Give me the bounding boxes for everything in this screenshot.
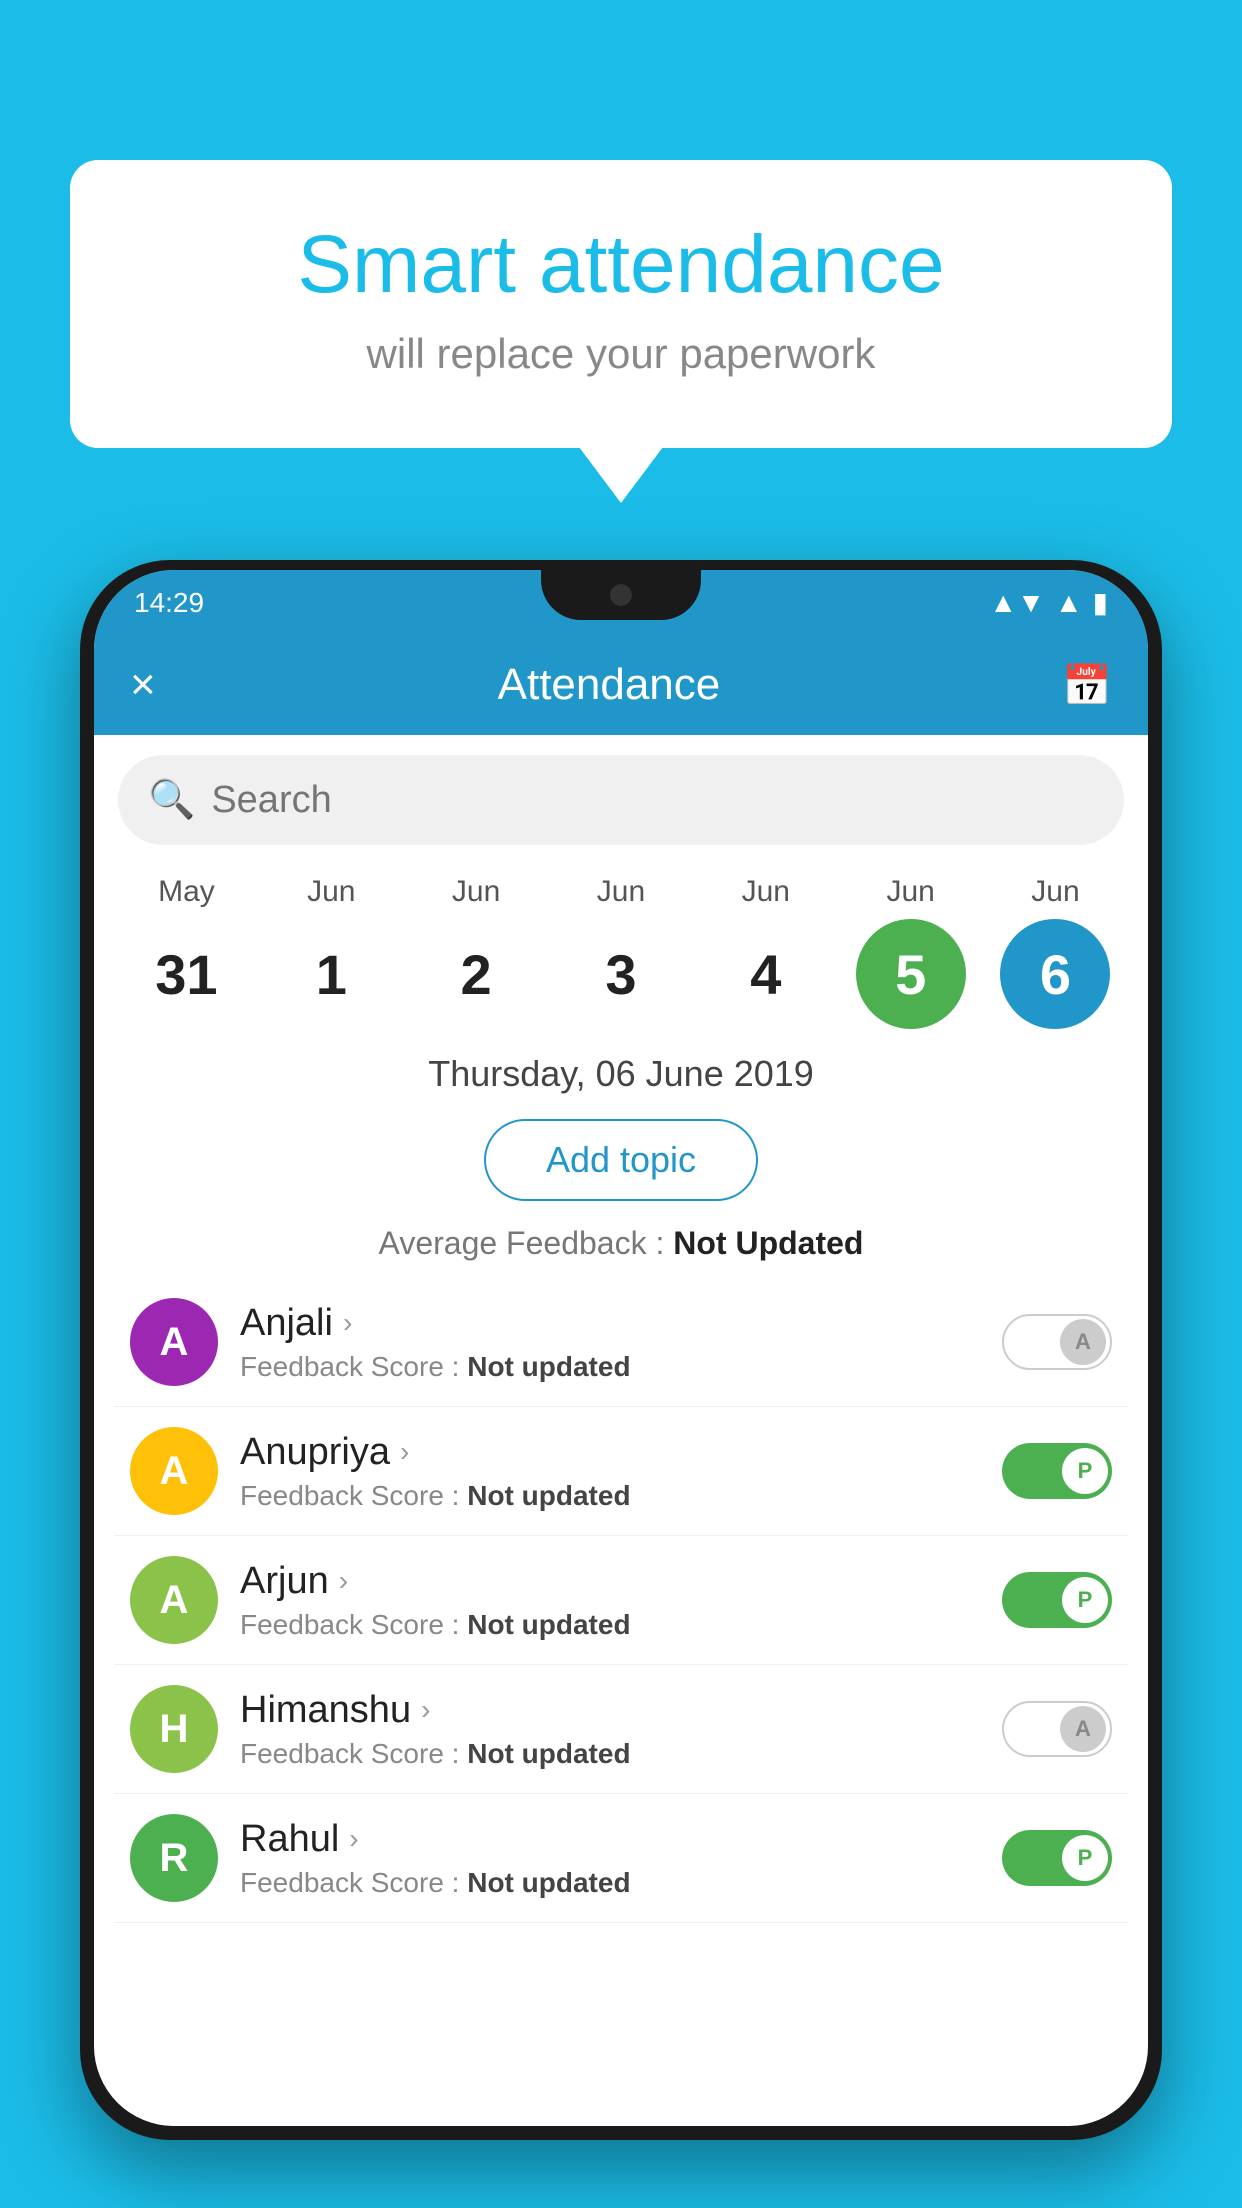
day-number[interactable]: 4 — [711, 919, 821, 1029]
chevron-icon: › — [421, 1694, 430, 1726]
time-display: 14:29 — [134, 587, 204, 619]
chevron-icon: › — [339, 1565, 348, 1597]
student-name: Himanshu › — [240, 1689, 980, 1732]
phone-frame: 14:29 ▲▼ ▲ ▮ × Attendance 📅 🔍 May31Ju — [80, 560, 1162, 2140]
chevron-icon: › — [343, 1307, 352, 1339]
battery-icon: ▮ — [1093, 586, 1108, 619]
toggle-knob: A — [1060, 1706, 1106, 1752]
calendar-day[interactable]: Jun 3 — [561, 875, 681, 1029]
notch — [541, 570, 701, 620]
day-number[interactable]: 2 — [421, 919, 531, 1029]
day-number[interactable]: 1 — [276, 919, 386, 1029]
student-item[interactable]: A Anupriya › Feedback Score : Not updated P — [114, 1407, 1128, 1536]
phone-screen: 14:29 ▲▼ ▲ ▮ × Attendance 📅 🔍 May31Ju — [94, 570, 1148, 2126]
feedback-score: Feedback Score : Not updated — [240, 1738, 980, 1770]
calendar-day[interactable]: May 31 — [126, 875, 246, 1029]
avatar: A — [130, 1427, 218, 1515]
avg-feedback-value: Not Updated — [673, 1225, 863, 1261]
student-name: Anjali › — [240, 1302, 980, 1345]
day-month: Jun — [597, 875, 645, 909]
day-month: May — [158, 875, 215, 909]
avg-feedback: Average Feedback : Not Updated — [94, 1215, 1148, 1278]
toggle-knob: A — [1060, 1319, 1106, 1365]
feedback-score: Feedback Score : Not updated — [240, 1609, 980, 1641]
app-bar: × Attendance 📅 — [94, 635, 1148, 735]
student-info: Himanshu › Feedback Score : Not updated — [240, 1689, 980, 1770]
bubble-subtitle: will replace your paperwork — [150, 330, 1092, 378]
notch-camera — [610, 584, 632, 606]
chevron-icon: › — [349, 1823, 358, 1855]
avg-feedback-label: Average Feedback : — [379, 1225, 674, 1261]
toggle-knob: P — [1062, 1577, 1108, 1623]
avatar: R — [130, 1814, 218, 1902]
toggle-knob: P — [1062, 1835, 1108, 1881]
day-number[interactable]: 5 — [856, 919, 966, 1029]
feedback-score: Feedback Score : Not updated — [240, 1480, 980, 1512]
add-topic-button[interactable]: Add topic — [484, 1119, 758, 1201]
attendance-toggle[interactable]: P — [1002, 1443, 1112, 1499]
student-info: Anjali › Feedback Score : Not updated — [240, 1302, 980, 1383]
day-month: Jun — [307, 875, 355, 909]
date-info: Thursday, 06 June 2019 — [94, 1029, 1148, 1105]
feedback-score: Feedback Score : Not updated — [240, 1867, 980, 1899]
avatar: A — [130, 1556, 218, 1644]
close-button[interactable]: × — [130, 660, 156, 710]
bubble-title: Smart attendance — [150, 220, 1092, 310]
day-month: Jun — [452, 875, 500, 909]
calendar-day[interactable]: Jun 2 — [416, 875, 536, 1029]
avatar: H — [130, 1685, 218, 1773]
calendar-strip: May 31 Jun 1 Jun 2 Jun 3 Jun 4 Jun 5 Jun 6 — [94, 865, 1148, 1029]
toggle-on[interactable]: P — [1002, 1443, 1112, 1499]
phone-container: 14:29 ▲▼ ▲ ▮ × Attendance 📅 🔍 May31Ju — [80, 560, 1162, 2208]
calendar-day[interactable]: Jun 1 — [271, 875, 391, 1029]
chevron-icon: › — [400, 1436, 409, 1468]
attendance-toggle[interactable]: P — [1002, 1572, 1112, 1628]
student-item[interactable]: H Himanshu › Feedback Score : Not updated A — [114, 1665, 1128, 1794]
calendar-day[interactable]: Jun 5 — [851, 875, 971, 1029]
day-number[interactable]: 6 — [1000, 919, 1110, 1029]
attendance-toggle[interactable]: P — [1002, 1830, 1112, 1886]
day-number[interactable]: 31 — [131, 919, 241, 1029]
attendance-toggle[interactable]: A — [1002, 1701, 1112, 1757]
feedback-score: Feedback Score : Not updated — [240, 1351, 980, 1383]
student-item[interactable]: R Rahul › Feedback Score : Not updated P — [114, 1794, 1128, 1923]
toggle-on[interactable]: P — [1002, 1830, 1112, 1886]
avatar: A — [130, 1298, 218, 1386]
day-number[interactable]: 3 — [566, 919, 676, 1029]
calendar-day[interactable]: Jun 6 — [995, 875, 1115, 1029]
status-icons: ▲▼ ▲ ▮ — [989, 586, 1108, 619]
toggle-on[interactable]: P — [1002, 1572, 1112, 1628]
student-info: Arjun › Feedback Score : Not updated — [240, 1560, 980, 1641]
search-container[interactable]: 🔍 — [118, 755, 1124, 845]
calendar-icon[interactable]: 📅 — [1062, 662, 1112, 709]
student-name: Anupriya › — [240, 1431, 980, 1474]
day-month: Jun — [742, 875, 790, 909]
student-list: AAnjali ›Feedback Score : Not updatedAAA… — [94, 1278, 1148, 1923]
speech-bubble: Smart attendance will replace your paper… — [70, 160, 1172, 448]
day-month: Jun — [1031, 875, 1079, 909]
student-info: Rahul › Feedback Score : Not updated — [240, 1818, 980, 1899]
toggle-off[interactable]: A — [1002, 1314, 1112, 1370]
toggle-off[interactable]: A — [1002, 1701, 1112, 1757]
calendar-day[interactable]: Jun 4 — [706, 875, 826, 1029]
student-info: Anupriya › Feedback Score : Not updated — [240, 1431, 980, 1512]
app-bar-title: Attendance — [186, 660, 1032, 710]
day-month: Jun — [886, 875, 934, 909]
wifi-icon: ▲▼ — [989, 587, 1044, 619]
student-name: Rahul › — [240, 1818, 980, 1861]
signal-icon: ▲ — [1055, 587, 1083, 619]
status-bar: 14:29 ▲▼ ▲ ▮ — [94, 570, 1148, 635]
search-input[interactable] — [211, 779, 1094, 822]
search-icon: 🔍 — [148, 778, 195, 822]
student-item[interactable]: A Anjali › Feedback Score : Not updated A — [114, 1278, 1128, 1407]
student-name: Arjun › — [240, 1560, 980, 1603]
toggle-knob: P — [1062, 1448, 1108, 1494]
speech-bubble-container: Smart attendance will replace your paper… — [70, 160, 1172, 448]
student-item[interactable]: A Arjun › Feedback Score : Not updated P — [114, 1536, 1128, 1665]
attendance-toggle[interactable]: A — [1002, 1314, 1112, 1370]
bottom-fade — [94, 2046, 1148, 2126]
